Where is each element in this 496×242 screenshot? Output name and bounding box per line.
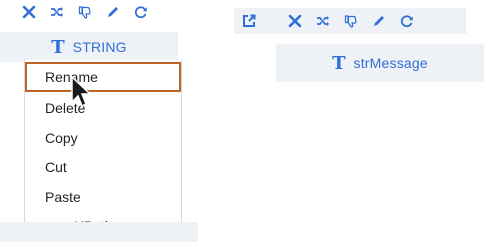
menu-item-paste[interactable]: Paste <box>25 182 181 212</box>
panel-footer <box>0 222 198 242</box>
thumbs-down-icon[interactable] <box>344 14 358 28</box>
strmessage-node[interactable]: T strMessage <box>276 44 484 82</box>
shuffle-icon[interactable] <box>50 5 64 19</box>
close-icon[interactable] <box>22 5 36 19</box>
thumbs-down-icon[interactable] <box>78 5 92 19</box>
open-external-icon[interactable] <box>242 14 256 28</box>
menu-item-cut[interactable]: Cut <box>25 153 181 183</box>
string-node[interactable]: T STRING <box>0 32 178 62</box>
right-toolbar <box>234 8 466 34</box>
menu-item-rename[interactable]: Rename <box>25 62 181 92</box>
pencil-icon[interactable] <box>106 5 120 19</box>
node-label: STRING <box>72 39 127 55</box>
text-type-icon: T <box>51 36 65 58</box>
text-type-icon: T <box>332 52 346 74</box>
close-icon[interactable] <box>288 14 302 28</box>
menu-item-copy[interactable]: Copy <box>25 123 181 153</box>
node-label: strMessage <box>353 55 428 71</box>
refresh-icon[interactable] <box>400 14 414 28</box>
menu-item-delete[interactable]: Delete <box>25 94 181 124</box>
pencil-icon[interactable] <box>372 14 386 28</box>
left-toolbar <box>22 0 178 24</box>
shuffle-icon[interactable] <box>316 14 330 28</box>
refresh-icon[interactable] <box>134 5 148 19</box>
context-menu: Rename Delete Copy Cut Paste copyXPath <box>24 60 182 240</box>
